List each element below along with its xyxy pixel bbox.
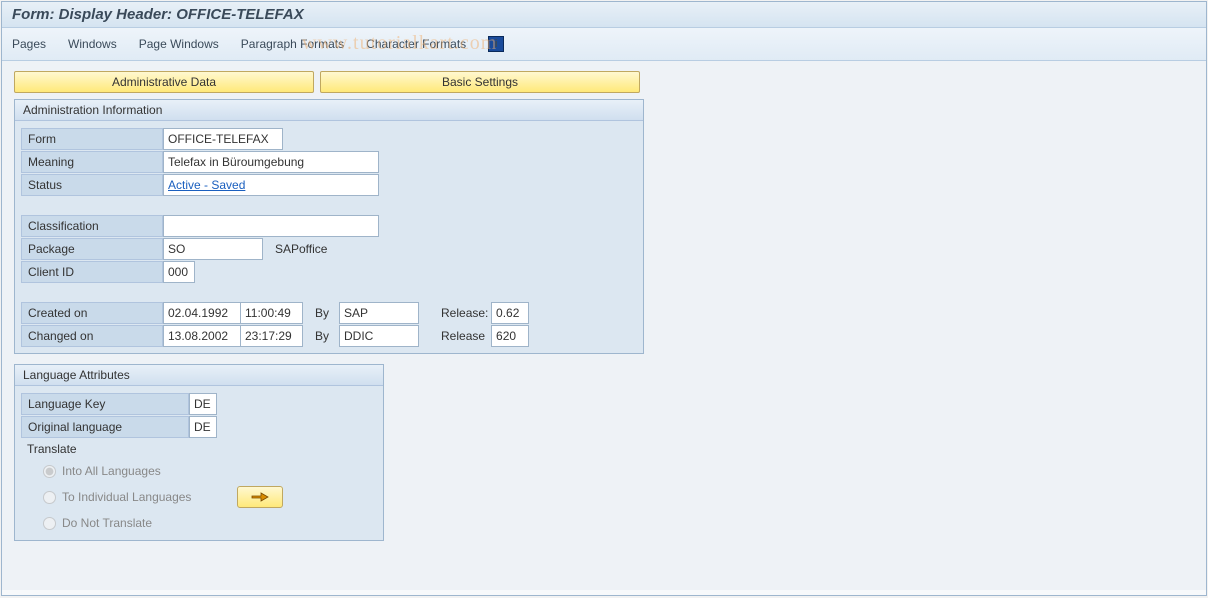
changed-by-field[interactable]: DDIC bbox=[339, 325, 419, 347]
radio-into-all-languages[interactable] bbox=[43, 465, 56, 478]
status-field[interactable]: Active - Saved bbox=[163, 174, 379, 196]
created-release-field[interactable]: 0.62 bbox=[491, 302, 529, 324]
created-on-date[interactable]: 02.04.1992 bbox=[163, 302, 241, 324]
changed-on-time[interactable]: 23:17:29 bbox=[241, 325, 303, 347]
client-id-field[interactable]: 000 bbox=[163, 261, 195, 283]
package-field[interactable]: SO bbox=[163, 238, 263, 260]
language-key-field[interactable]: DE bbox=[189, 393, 217, 415]
app-window: Form: Display Header: OFFICE-TELEFAX Pag… bbox=[1, 1, 1207, 596]
menu-character-formats[interactable]: Character Formats bbox=[366, 37, 466, 51]
panel-header-lang: Language Attributes bbox=[15, 365, 383, 386]
tab-administrative-data[interactable]: Administrative Data bbox=[14, 71, 314, 93]
client-id-label: Client ID bbox=[21, 261, 163, 283]
tab-basic-settings[interactable]: Basic Settings bbox=[320, 71, 640, 93]
radio-label-all: Into All Languages bbox=[62, 464, 161, 478]
created-release-label: Release: bbox=[419, 306, 491, 320]
meaning-label: Meaning bbox=[21, 151, 163, 173]
radio-to-individual-languages[interactable] bbox=[43, 491, 56, 504]
created-by-label: By bbox=[303, 306, 339, 320]
panel-body-lang: Language Key DE Original language DE Tra… bbox=[15, 386, 383, 540]
form-label: Form bbox=[21, 128, 163, 150]
individual-languages-button[interactable] bbox=[237, 486, 283, 508]
menu-windows[interactable]: Windows bbox=[68, 37, 117, 51]
changed-on-label: Changed on bbox=[21, 325, 163, 347]
tab-row: Administrative Data Basic Settings bbox=[14, 71, 1194, 93]
panel-body-admin: Form OFFICE-TELEFAX Meaning Telefax in B… bbox=[15, 121, 643, 353]
radio-do-not-translate[interactable] bbox=[43, 517, 56, 530]
created-on-label: Created on bbox=[21, 302, 163, 324]
form-field[interactable]: OFFICE-TELEFAX bbox=[163, 128, 283, 150]
package-label: Package bbox=[21, 238, 163, 260]
arrow-right-icon bbox=[251, 491, 269, 503]
original-language-label: Original language bbox=[21, 416, 189, 438]
content-area: Administrative Data Basic Settings Admin… bbox=[2, 61, 1206, 590]
info-icon[interactable]: i bbox=[488, 36, 504, 52]
status-label: Status bbox=[21, 174, 163, 196]
panel-administration-information: Administration Information Form OFFICE-T… bbox=[14, 99, 644, 354]
menu-pages[interactable]: Pages bbox=[12, 37, 46, 51]
created-on-time[interactable]: 11:00:49 bbox=[241, 302, 303, 324]
package-desc: SAPoffice bbox=[263, 242, 337, 256]
changed-release-field[interactable]: 620 bbox=[491, 325, 529, 347]
translate-label: Translate bbox=[21, 438, 377, 460]
panel-language-attributes: Language Attributes Language Key DE Orig… bbox=[14, 364, 384, 541]
language-key-label: Language Key bbox=[21, 393, 189, 415]
window-title: Form: Display Header: OFFICE-TELEFAX bbox=[2, 2, 1206, 28]
classification-label: Classification bbox=[21, 215, 163, 237]
radio-label-none: Do Not Translate bbox=[62, 516, 152, 530]
created-by-field[interactable]: SAP bbox=[339, 302, 419, 324]
classification-field[interactable] bbox=[163, 215, 379, 237]
original-language-field[interactable]: DE bbox=[189, 416, 217, 438]
changed-release-label: Release bbox=[419, 329, 491, 343]
changed-on-date[interactable]: 13.08.2002 bbox=[163, 325, 241, 347]
menu-paragraph-formats[interactable]: Paragraph Formats bbox=[241, 37, 344, 51]
menu-page-windows[interactable]: Page Windows bbox=[139, 37, 219, 51]
changed-by-label: By bbox=[303, 329, 339, 343]
meaning-field[interactable]: Telefax in Büroumgebung bbox=[163, 151, 379, 173]
menubar: Pages Windows Page Windows Paragraph For… bbox=[2, 28, 1206, 61]
radio-label-individual: To Individual Languages bbox=[62, 490, 191, 504]
panel-header-admin: Administration Information bbox=[15, 100, 643, 121]
